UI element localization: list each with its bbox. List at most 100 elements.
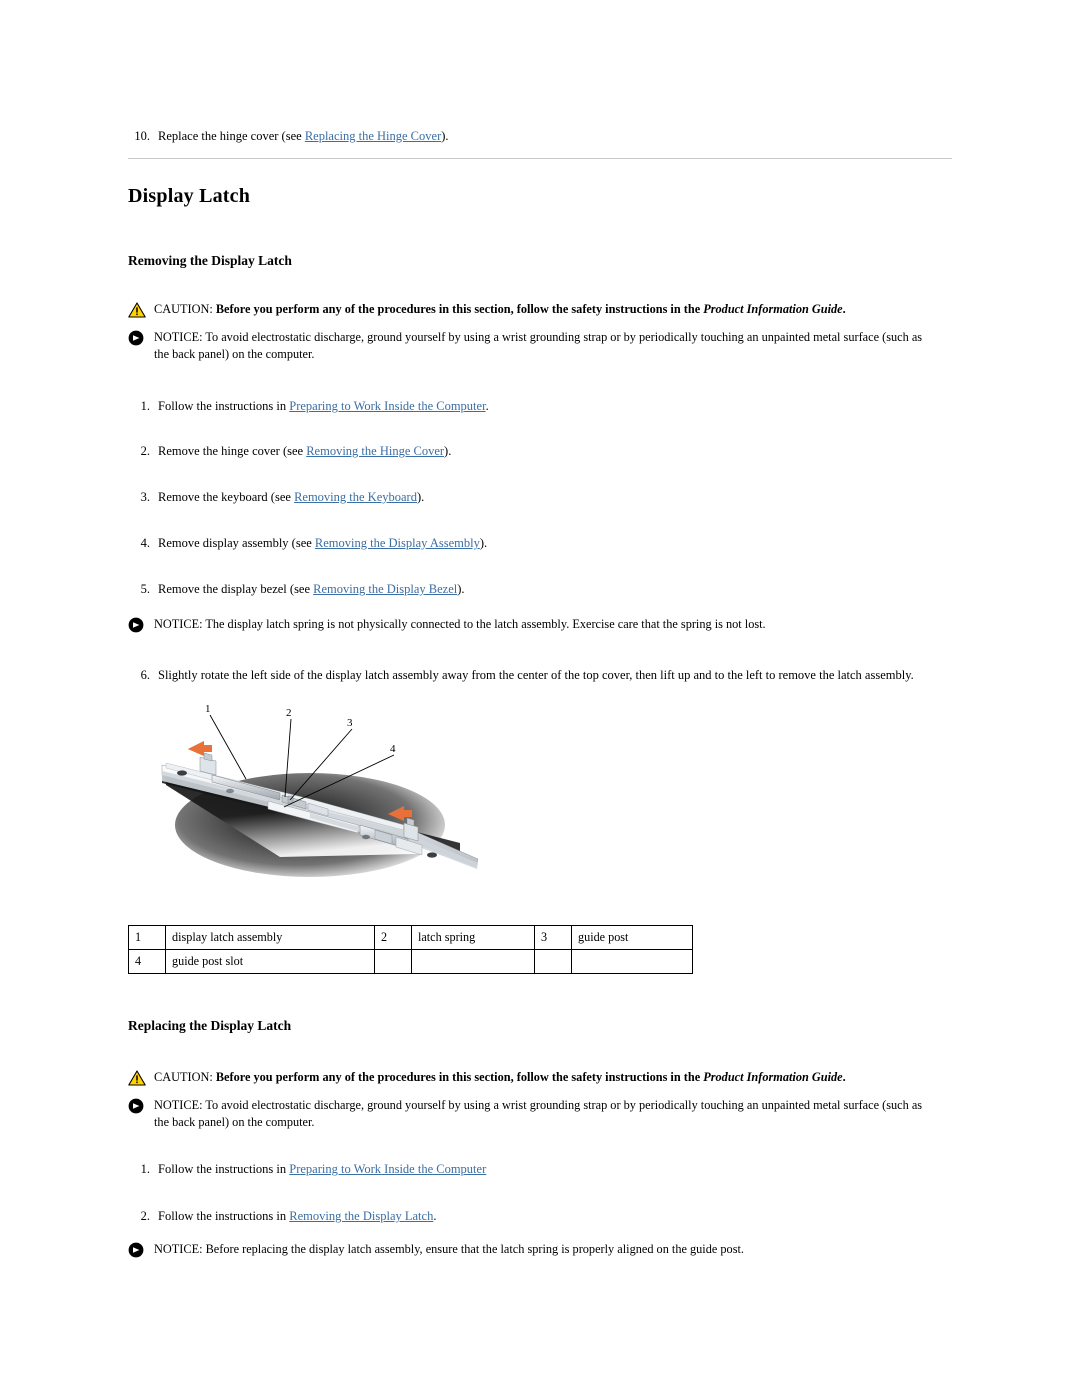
step-text-prefix: Follow the instructions in [158,1162,290,1176]
legend-label: latch spring [411,925,535,950]
notice-latch-alignment-text: NOTICE: Before replacing the display lat… [154,1242,744,1256]
notice-latch-spring-text: NOTICE: The display latch spring is not … [154,617,766,631]
legend-label: guide post [571,925,693,950]
display-latch-figure: 1 2 3 4 [160,697,500,897]
link-preparing-to-work-inside-the-computer[interactable]: Preparing to Work Inside the Computer [289,399,485,413]
warning-triangle-icon [128,301,154,323]
list-item: 1. Follow the instructions in Preparing … [128,1161,952,1178]
link-removing-the-display-latch[interactable]: Removing the Display Latch [289,1209,433,1223]
step-text: Remove the keyboard (see Removing the Ke… [158,489,952,506]
legend-label [411,949,535,974]
step-text-suffix: ). [444,444,452,458]
caution-text: CAUTION: Before you perform any of the p… [154,1069,952,1086]
legend-label [571,949,693,974]
list-item: 10. Replace the hinge cover (see Replaci… [128,128,952,145]
caution-guide-title: Product Information Guide [703,1070,843,1084]
caution-text-main: Before you perform any of the procedures… [215,1070,704,1084]
legend-index: 1 [128,925,166,950]
callout-1: 1 [205,703,211,715]
link-removing-the-display-bezel[interactable]: Removing the Display Bezel [313,582,457,596]
step-text-prefix: Follow the instructions in [158,1209,290,1223]
legend-index: 4 [128,949,166,974]
list-item: 1. Follow the instructions in Preparing … [128,398,952,415]
step-text-suffix: ). [457,582,465,596]
step-text-prefix: Follow the instructions in [158,399,290,413]
notice-esd-text: NOTICE: To avoid electrostatic discharge… [154,330,923,361]
section-heading-replacing: Replacing the Display Latch [128,1018,292,1033]
step-number: 1. [140,399,150,413]
step-text: Follow the instructions in Removing the … [158,1208,952,1225]
step-text: Remove the display bezel (see Removing t… [158,581,952,598]
caution-guide-title: Product Information Guide [703,302,843,316]
caution-label: CAUTION: [154,302,216,316]
caution-notice: CAUTION: Before you perform any of the p… [128,301,952,323]
figure-legend-table: 1 display latch assembly 2 latch spring … [128,925,693,974]
step-text-prefix: Remove the keyboard (see [158,490,295,504]
step-number: 10. [134,129,150,143]
list-item: 4. Remove display assembly (see Removing… [128,535,952,552]
callout-2: 2 [286,707,292,719]
document-page: 10. Replace the hinge cover (see Replaci… [0,0,1080,1397]
legend-index: 3 [534,925,572,950]
link-removing-the-keyboard[interactable]: Removing the Keyboard [294,490,417,504]
table-row: 1 display latch assembly 2 latch spring … [128,925,693,950]
notice-latch-spring: NOTICE: The display latch spring is not … [128,616,938,638]
notice-arrow-icon [128,329,154,351]
link-removing-the-display-assembly[interactable]: Removing the Display Assembly [315,536,480,550]
link-preparing-to-work-inside-the-computer[interactable]: Preparing to Work Inside the Computer [289,1162,486,1176]
caution-text-main: Before you perform any of the procedures… [215,302,704,316]
step-text: Follow the instructions in Preparing to … [158,1161,952,1178]
notice-esd: NOTICE: To avoid electrostatic discharge… [128,1097,938,1131]
step-text-suffix: . [433,1209,437,1223]
step-text-suffix: ). [479,536,488,550]
caution-text-end: . [842,302,846,316]
caution-text-end: . [842,1070,846,1084]
notice-arrow-icon [128,616,154,638]
step-number: 4. [140,536,150,550]
step-text: Follow the instructions in Preparing to … [158,398,952,415]
link-removing-the-hinge-cover[interactable]: Removing the Hinge Cover [306,444,444,458]
step-text: Remove display assembly (see Removing th… [158,535,952,552]
direction-arrow-left [188,741,212,756]
legend-index: 2 [374,925,412,950]
step-text-suffix: ). [416,490,425,504]
step-number: 5. [140,582,150,596]
caution-notice: CAUTION: Before you perform any of the p… [128,1069,952,1091]
step-text: Remove the hinge cover (see Removing the… [158,443,952,460]
notice-arrow-icon [128,1097,154,1119]
step-text: Replace the hinge cover (see Replacing t… [158,128,952,145]
callout-4: 4 [390,743,396,755]
legend-label: guide post slot [165,949,375,974]
list-item: 2. Remove the hinge cover (see Removing … [128,443,952,460]
step-text-suffix: . [485,399,489,413]
step-number: 2. [140,444,150,458]
list-item: 6. Slightly rotate the left side of the … [128,667,952,684]
list-item: 5. Remove the display bezel (see Removin… [128,581,952,598]
notice-arrow-icon [128,1241,154,1263]
callout-3: 3 [347,717,353,729]
warning-triangle-icon [128,1069,154,1091]
step-text-prefix: Remove the hinge cover (see [158,444,307,458]
legend-index [374,949,412,974]
step-number: 3. [140,490,150,504]
step-number: 6. [140,668,150,682]
step-text-prefix: Remove the display bezel (see [158,582,314,596]
legend-label: display latch assembly [165,925,375,950]
link-replacing-the-hinge-cover[interactable]: Replacing the Hinge Cover [305,129,441,143]
list-item: 3. Remove the keyboard (see Removing the… [128,489,952,506]
caution-label: CAUTION: [154,1070,216,1084]
step-number: 2. [140,1209,150,1223]
legend-index [534,949,572,974]
notice-latch-alignment: NOTICE: Before replacing the display lat… [128,1241,938,1263]
table-row: 4 guide post slot [128,949,693,974]
section-divider [128,158,952,159]
section-heading-removing: Removing the Display Latch [128,253,292,268]
notice-esd: NOTICE: To avoid electrostatic discharge… [128,329,938,363]
page-title: Display Latch [128,185,251,207]
step-text: Slightly rotate the left side of the dis… [158,668,914,682]
step-text-prefix: Replace the hinge cover (see [158,129,305,143]
step-number: 1. [140,1162,150,1176]
notice-esd-text: NOTICE: To avoid electrostatic discharge… [154,1098,923,1129]
step-text-suffix: ). [441,129,449,143]
step-text-prefix: Remove display assembly (see [158,536,315,550]
